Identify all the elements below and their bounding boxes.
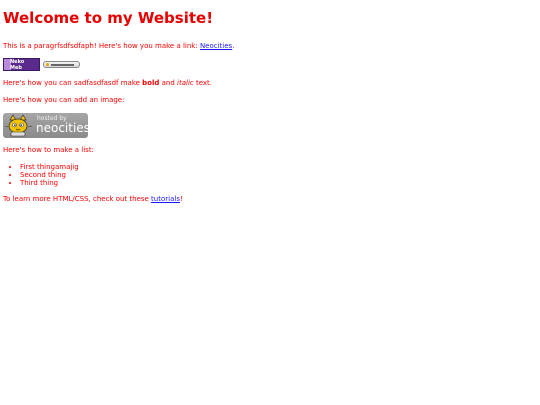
badge-row: Neko Meb: [3, 58, 537, 71]
thing-list: First thingamajig Second thing Third thi…: [3, 163, 537, 187]
bold-text: bold: [142, 79, 160, 87]
outro-paragraph: To learn more HTML/CSS, check out these …: [3, 195, 537, 204]
intro-paragraph: This is a paragrfsdfsdfaph! Here's how y…: [3, 42, 537, 51]
outro-text: To learn more HTML/CSS, check out these: [3, 195, 152, 203]
neocities-cat-icon: [5, 114, 33, 137]
list-item: First thingamajig: [20, 163, 537, 171]
small-button-badge[interactable]: [43, 61, 80, 68]
page: Welcome to my Website! This is a paragrf…: [0, 0, 540, 204]
and-text: and: [159, 79, 178, 87]
badge-dot-icon: [46, 63, 49, 66]
tutorials-link[interactable]: tutorials: [151, 195, 180, 203]
text-end: text.: [193, 79, 212, 87]
list-item: Second thing: [20, 171, 537, 179]
neko-badge-text: Neko Meb: [10, 59, 25, 71]
image-intro: Here's how you can add an image:: [3, 96, 125, 104]
italic-text: italic: [177, 79, 194, 87]
intro-text: This is a paragrfsdfsdfaph! Here's how y…: [3, 42, 200, 50]
badge-bar: [51, 64, 74, 66]
hosted-by-neocities-badge[interactable]: hosted by neocities: [3, 113, 88, 138]
formatting-text: Here's how you can sadfasdfasdf make: [3, 79, 143, 87]
intro-end: .: [232, 42, 235, 50]
neocities-brand-text: neocities: [36, 121, 88, 135]
page-title: Welcome to my Website!: [3, 9, 214, 27]
neko-web-badge[interactable]: Neko Meb: [3, 58, 40, 71]
neocities-link[interactable]: Neocities: [200, 42, 232, 50]
list-item: Third thing: [20, 179, 537, 187]
formatting-paragraph: Here's how you can sadfasdfasdf make bol…: [3, 79, 537, 88]
outro-end: !: [179, 195, 183, 203]
list-intro: Here's how to make a list:: [3, 146, 94, 154]
